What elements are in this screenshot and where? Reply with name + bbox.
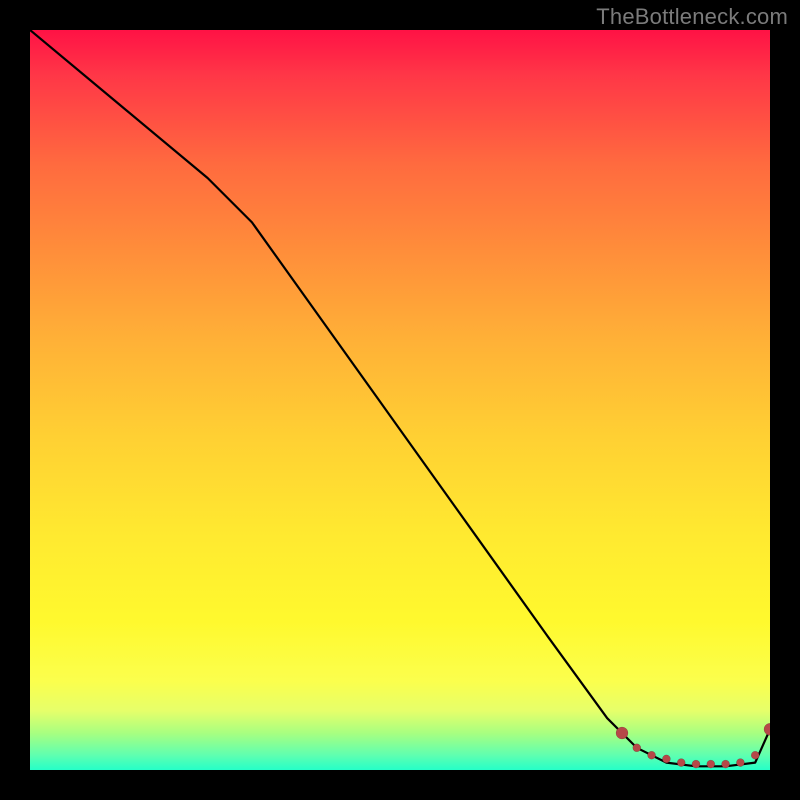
curve-dot <box>662 755 670 763</box>
curve-dot <box>616 727 628 739</box>
curve-dot <box>764 723 770 735</box>
dotted-segment <box>616 723 770 768</box>
curve-dot <box>692 760 700 768</box>
curve-dot <box>633 744 641 752</box>
chart-overlay-svg <box>30 30 770 770</box>
curve-dot <box>707 760 715 768</box>
curve-dot <box>751 751 759 759</box>
bottleneck-curve <box>30 30 770 766</box>
curve-dot <box>677 759 685 767</box>
watermark-text: TheBottleneck.com <box>596 4 788 30</box>
curve-dot <box>648 751 656 759</box>
chart-frame: TheBottleneck.com <box>0 0 800 800</box>
curve-dot <box>722 760 730 768</box>
curve-dot <box>736 759 744 767</box>
